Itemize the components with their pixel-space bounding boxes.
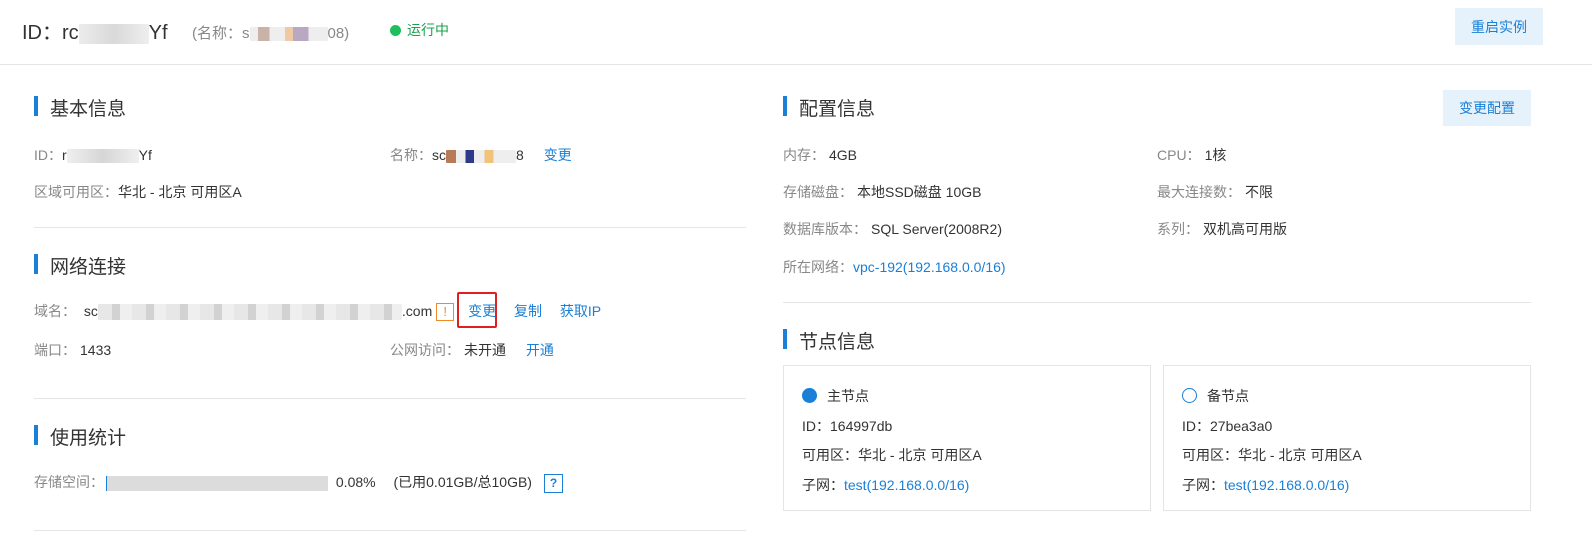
primary-node-card[interactable]: 主节点 ID：164997db 可用区：华北 - 北京 可用区A 子网：test… [783, 365, 1151, 511]
restart-instance-button[interactable]: 重启实例 [1455, 8, 1543, 45]
change-name-link[interactable]: 变更 [544, 147, 572, 163]
backup-node-id: ID：27bea3a0 [1182, 418, 1273, 434]
redacted-block [446, 149, 516, 163]
zone-row: 区域可用区：华北 - 北京 可用区A [34, 184, 242, 200]
cpu-row: CPU： 1核 [1157, 147, 1227, 163]
redacted-block [78, 23, 149, 44]
primary-node-subnet: 子网：test(192.168.0.0/16) [802, 477, 970, 493]
get-ip-link[interactable]: 获取IP [560, 303, 601, 319]
storage-progress-bar [106, 475, 328, 491]
instance-id-title: ID：rc Yf [22, 22, 168, 44]
vpc-link[interactable]: vpc-192(192.168.0.0/16) [853, 259, 1006, 275]
basic-name-row: 名称：sc 8 变更 [390, 147, 572, 163]
storage-row: 存储空间： 0.08% (已用0.01GB/总10GB)? [34, 472, 563, 493]
network-row: 所在网络：vpc-192(192.168.0.0/16) [783, 259, 1006, 275]
section-title-basic: 基本信息 [34, 94, 126, 121]
public-access-row: 公网访问： 未开通 开通 [390, 342, 554, 358]
db-version-row: 数据库版本： SQL Server(2008R2) [783, 221, 1002, 237]
backup-node-card[interactable]: 备节点 ID：27bea3a0 可用区：华北 - 北京 可用区A 子网：test… [1163, 365, 1531, 511]
port-row: 端口： 1433 [34, 342, 112, 358]
max-connections-row: 最大连接数： 不限 [1157, 184, 1273, 200]
divider [783, 302, 1531, 303]
backup-node-zone: 可用区：华北 - 北京 可用区A [1182, 447, 1362, 463]
instance-name-title: (名称：s 08) [192, 25, 350, 42]
backup-node-subnet: 子网：test(192.168.0.0/16) [1182, 477, 1350, 493]
status-dot-icon [390, 25, 401, 36]
primary-node-id: ID：164997db [802, 418, 893, 434]
primary-subnet-link[interactable]: test(192.168.0.0/16) [844, 477, 969, 493]
section-title-network: 网络连接 [34, 252, 126, 279]
radio-unselected-icon[interactable] [1182, 388, 1197, 403]
redacted-block [66, 149, 139, 164]
domain-row: 域名： sc .com! 变更 复制 获取IP [34, 303, 602, 322]
divider [34, 530, 746, 531]
redacted-block [249, 27, 328, 42]
backup-subnet-link[interactable]: test(192.168.0.0/16) [1224, 477, 1349, 493]
divider [34, 398, 746, 399]
instance-header: ID：rc Yf (名称：s 08) 运行中 重启实例 [0, 0, 1592, 65]
enable-public-link[interactable]: 开通 [526, 342, 554, 358]
series-row: 系列： 双机高可用版 [1157, 221, 1287, 237]
redacted-block [97, 304, 402, 321]
disk-row: 存储磁盘： 本地SSD磁盘 10GB [783, 184, 982, 200]
section-title-config: 配置信息 [783, 94, 875, 121]
primary-node-zone: 可用区：华北 - 北京 可用区A [802, 447, 982, 463]
highlight-box [457, 292, 497, 328]
copy-domain-link[interactable]: 复制 [514, 303, 542, 319]
warning-icon[interactable]: ! [436, 303, 455, 322]
radio-selected-icon[interactable] [802, 388, 817, 403]
running-status: 运行中 [390, 20, 449, 40]
basic-id-row: ID：r Yf [34, 147, 152, 164]
memory-row: 内存： 4GB [783, 147, 858, 163]
divider [34, 227, 746, 228]
change-config-button[interactable]: 变更配置 [1443, 90, 1531, 126]
primary-node-header: 主节点 [802, 386, 869, 406]
section-title-nodes: 节点信息 [783, 327, 875, 354]
section-title-usage: 使用统计 [34, 423, 126, 450]
storage-progress-fill [106, 475, 107, 491]
backup-node-header: 备节点 [1182, 386, 1249, 406]
help-icon[interactable]: ? [543, 473, 563, 493]
